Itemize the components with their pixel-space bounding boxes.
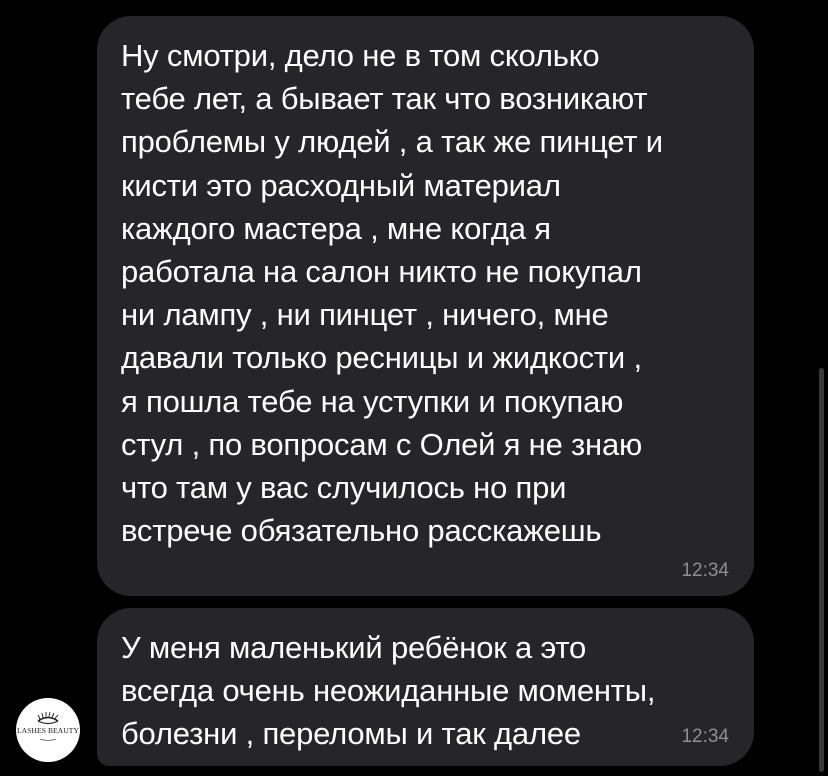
message-text: У меня маленький ребёнок а это всегда оч… [121,630,656,752]
message-text: Ну смотри, дело не в том сколько тебе ле… [121,38,663,549]
message-bubble[interactable]: У меня маленький ребёнок а это всегда оч… [97,608,754,766]
chat-view[interactable]: Ну смотри, дело не в том сколько тебе ле… [0,0,828,776]
scrollbar[interactable] [819,368,824,772]
message-bubble[interactable]: Ну смотри, дело не в том сколько тебе ле… [97,16,754,596]
avatar-brand-text: LASHES BEAUTY [17,726,79,735]
message-time: 12:34 [681,560,729,581]
sender-avatar[interactable]: LASHES BEAUTY [16,698,80,762]
message-time: 12:34 [681,726,729,747]
